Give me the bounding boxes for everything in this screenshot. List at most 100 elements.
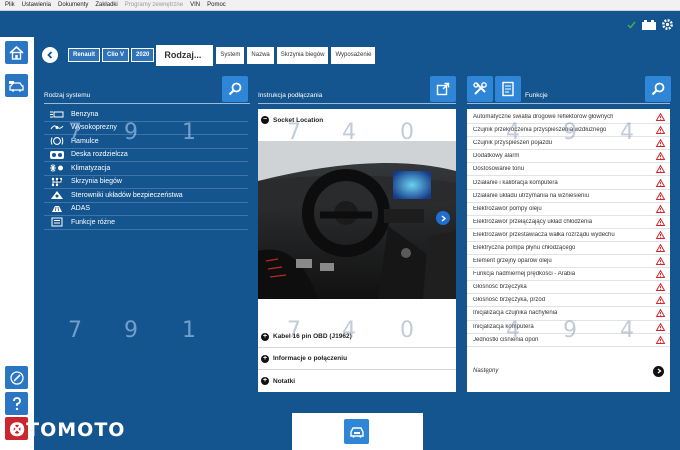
- watermark-digit: 9: [563, 318, 603, 343]
- watermark-digit: 4: [506, 120, 546, 145]
- car-icon: [9, 81, 24, 92]
- menu-settings[interactable]: Ustawienia: [22, 0, 51, 11]
- system-search-button[interactable]: [222, 76, 248, 102]
- tools-mode-button[interactable]: [467, 76, 493, 102]
- watermark-digit: 7: [287, 318, 327, 343]
- collapse-icon: −: [261, 116, 269, 124]
- function-item[interactable]: Funkcja nadmiernej prędkości - Arabia: [467, 268, 670, 282]
- next-button[interactable]: [653, 365, 664, 377]
- function-item[interactable]: Głośność brzęczyka, przód: [467, 294, 670, 308]
- function-item[interactable]: Elektryczna pompa płynu chłodzącego: [467, 242, 670, 256]
- status-area: [627, 18, 674, 31]
- menu-documents[interactable]: Dokumenty: [58, 0, 88, 11]
- function-item[interactable]: Elektrozawór przestawiacza wałka rozrząd…: [467, 229, 670, 242]
- function-item[interactable]: Elektrozawór przełączający układ chłodze…: [467, 216, 670, 229]
- function-item[interactable]: Dostosowanie tonu: [467, 163, 670, 177]
- tab-system[interactable]: System: [216, 46, 245, 64]
- warning-icon: [656, 257, 665, 266]
- watermark-digit: 1: [182, 318, 222, 343]
- warning-icon: [656, 191, 665, 200]
- divider: [44, 103, 250, 104]
- function-item[interactable]: Dodatkowy alarm: [467, 150, 670, 164]
- function-item[interactable]: Element grzejny oparów oleju: [467, 255, 670, 269]
- menu-bookmarks[interactable]: Zakładki: [95, 0, 117, 11]
- system-item-adas[interactable]: ADAS: [44, 203, 248, 216]
- tools-button[interactable]: [5, 366, 28, 389]
- divider: [258, 103, 456, 104]
- warning-icon: [656, 283, 665, 292]
- back-button[interactable]: [42, 47, 58, 63]
- function-item[interactable]: Elektrozawór pompy oleju: [467, 203, 670, 216]
- section-notes[interactable]: + Notatki: [258, 370, 456, 392]
- document-icon: [502, 81, 514, 97]
- crumb-model[interactable]: Clio V: [102, 48, 130, 62]
- fuel-injector-icon: [47, 109, 67, 119]
- search-icon: [651, 82, 665, 96]
- menu-vin[interactable]: VIN: [190, 0, 200, 11]
- tab-name[interactable]: Nazwa: [247, 46, 274, 64]
- section-connection-info[interactable]: + Informacje o połączeniu: [258, 348, 456, 370]
- watermark-digit: 7: [68, 120, 108, 145]
- function-label: Elektryczna pompa płynu chłodzącego: [473, 244, 576, 251]
- function-label: Inicjalizacja czujnika nachylenia: [473, 310, 558, 317]
- function-item[interactable]: Działanie układu utrzymania na wzniesien…: [467, 190, 670, 203]
- function-item[interactable]: Głośność brzęczyka: [467, 281, 670, 295]
- tab-equipment[interactable]: Wyposażenie: [331, 46, 376, 64]
- vehicle-button[interactable]: [5, 74, 28, 97]
- left-sidebar: [0, 37, 34, 450]
- function-item[interactable]: Działanie i kalibracja komputera: [467, 176, 670, 190]
- menu-file[interactable]: Plik: [5, 0, 15, 11]
- next-photo-button[interactable]: [436, 211, 450, 225]
- system-item-label: Sterowniki układów bezpieczeństwa: [71, 191, 183, 199]
- dashboard-icon: [47, 150, 67, 160]
- watermark-digit: 9: [563, 120, 603, 145]
- open-external-button[interactable]: [430, 76, 456, 102]
- system-item-safety[interactable]: Sterowniki układów bezpieczeństwa: [44, 189, 248, 203]
- wrench-icon: [9, 370, 24, 385]
- function-label: Element grzejny oparów oleju: [473, 258, 552, 265]
- vehicle-connect-button[interactable]: [344, 419, 369, 444]
- home-button[interactable]: [5, 41, 28, 64]
- airbag-icon: [47, 190, 67, 200]
- menu-external-programs[interactable]: Programy zewnętrzne: [125, 0, 183, 11]
- watermark-digit: 4: [342, 120, 382, 145]
- system-item-dashboard[interactable]: Deska rozdzielcza: [44, 149, 248, 162]
- function-label: Głośność brzęczyka: [473, 284, 527, 291]
- chevron-right-icon: [441, 214, 446, 222]
- crumb-current[interactable]: Rodzaj...: [156, 44, 214, 66]
- battery-icon: [642, 19, 656, 30]
- system-item-climate[interactable]: Klimatyzacja: [44, 162, 248, 176]
- system-item-label: Benzyna: [71, 110, 99, 118]
- warning-icon: [656, 243, 665, 252]
- tools-icon: [473, 82, 487, 95]
- socket-location-photo: [258, 141, 456, 299]
- expand-icon: +: [261, 377, 269, 385]
- tab-gearbox[interactable]: Skrzynia biegów: [276, 46, 329, 64]
- watermark-digit: 9: [124, 318, 164, 343]
- misc-icon: [47, 217, 67, 227]
- watermark-digit: 4: [620, 318, 660, 343]
- warning-icon: [656, 296, 665, 305]
- menu-help[interactable]: Pomoc: [207, 0, 226, 11]
- divider: [467, 103, 670, 104]
- documents-button[interactable]: [495, 76, 521, 102]
- crumb-year[interactable]: 2020: [131, 48, 155, 62]
- system-item-gearbox[interactable]: Skrzynia biegów: [44, 176, 248, 189]
- system-item-label: Deska rozdzielcza: [71, 151, 128, 159]
- warning-icon: [656, 230, 665, 239]
- system-item-label: Funkcje różne: [71, 218, 115, 226]
- bottom-action-box: [292, 413, 423, 450]
- section-label: Notatki: [273, 377, 296, 385]
- help-button[interactable]: [5, 392, 28, 415]
- next-page-row[interactable]: Następny: [467, 363, 670, 379]
- watermark-digit: 4: [620, 120, 660, 145]
- system-item-misc[interactable]: Funkcje różne: [44, 216, 248, 230]
- crumb-make[interactable]: Renault: [68, 48, 101, 62]
- settings-gear-icon[interactable]: [661, 18, 674, 31]
- brake-icon: [47, 136, 67, 146]
- section-label: Informacje o połączeniu: [273, 355, 348, 362]
- functions-panel: Automatyczne światła drogowe reflektorów…: [467, 109, 670, 392]
- function-search-button[interactable]: [645, 76, 671, 102]
- function-label: Głośność brzęczyka, przód: [473, 297, 546, 304]
- connection-panel: − Socket Location + Kabel 16 pin OBD (J1…: [258, 109, 456, 392]
